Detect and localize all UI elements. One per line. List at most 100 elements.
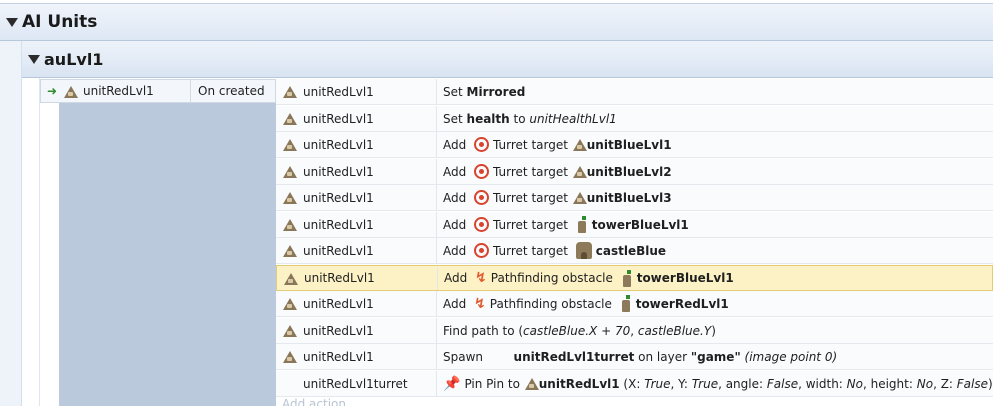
action-text: unitRedLvl1 [538,376,620,391]
action-description[interactable]: Find path to (castleBlue.X + 70, castleB… [437,324,716,338]
action-text: Add [443,243,471,258]
action-row[interactable]: unitRedLvl1 Add ↯ Pathfinding obstacle tow… [276,265,993,291]
condition-object[interactable]: unitRedLvl1 [63,80,191,102]
action-description[interactable]: 📌 Pin Pin to unitRedLvl1 (X: True, Y: Tru… [437,376,993,392]
action-object[interactable]: unitRedLvl1 [276,79,437,104]
unit-icon [283,272,298,285]
action-description[interactable]: Set Mirrored [437,85,525,99]
tower-icon [620,295,632,312]
action-text: Turret target [493,190,572,205]
action-row[interactable]: unitRedLvl1 Spawn unitRedLvl1turret on la… [276,344,993,370]
action-text: castleBlue [595,243,667,258]
unit-icon [572,165,587,178]
action-description[interactable]: Add Turret target castleBlue [437,242,666,259]
turret-icon [474,243,490,258]
action-row[interactable]: unitRedLvl1turret 📌 Pin Pin to unitRedLvl1… [276,371,993,397]
action-text: False [956,376,989,391]
action-text: Spawn [443,349,514,364]
action-text: on layer [634,349,691,364]
action-description[interactable]: Spawn unitRedLvl1turret on layer "game" … [437,350,837,364]
group-header[interactable]: AI Units [0,3,993,41]
action-row[interactable]: unitRedLvl1 Set Mirrored [276,79,993,105]
action-object-name: unitRedLvl1 [303,323,374,338]
action-text: ) [711,323,716,338]
action-text: to [509,111,530,126]
action-row[interactable]: unitRedLvl1 Add Turret target castleBlue [276,238,993,264]
action-text: towerBlueLvl1 [636,271,734,285]
action-object-name: unitRedLvl1 [303,296,374,311]
collapse-triangle-icon[interactable] [28,54,40,64]
action-row[interactable]: unitRedLvl1 Add Turret target unitBlueLvl… [276,132,993,158]
action-text: Add [443,137,471,152]
condition-object-name: unitRedLvl1 [83,84,154,98]
unit-icon [572,191,587,204]
action-description[interactable]: Add ↯ Pathfinding obstacle towerRedLvl1 [437,295,729,312]
action-row[interactable]: unitRedLvl1 Set health to unitHealthLvl1 [276,106,993,132]
add-action-link[interactable]: Add action [276,397,346,406]
action-text: False [766,376,799,391]
action-description[interactable]: Set health to unitHealthLvl1 [437,112,617,126]
action-object[interactable]: unitRedLvl1 [276,185,437,210]
turret-icon [474,190,490,205]
turret-icon [474,137,490,152]
condition-row[interactable]: ➜ unitRedLvl1 On created [40,79,276,103]
subgroup-header[interactable]: auLvl1 [22,41,993,78]
action-text: , Z: [933,376,957,391]
action-text: Pin Pin to [464,376,524,391]
castle-icon [575,242,592,259]
action-text: towerRedLvl1 [635,296,729,311]
event-conditions: ➜ unitRedLvl1 On created [40,79,276,406]
action-text: unitBlueLvl3 [586,190,672,205]
action-object[interactable]: unitRedLvl1 [276,291,437,316]
action-object[interactable]: unitRedLvl1 [276,132,437,157]
action-text: Add [443,296,471,311]
action-text: True [644,376,671,391]
turret-icon [474,217,490,232]
turret-icon [474,164,490,179]
action-description[interactable]: Add ↯ Pathfinding obstacle towerBlueLvl1 [438,269,734,287]
tower-icon [576,216,588,233]
action-text: unitRedLvl1turret [513,349,635,364]
action-object[interactable]: unitRedLvl1 [276,106,437,131]
action-text: Pathfinding obstacle [489,296,616,311]
unit-icon [524,377,539,390]
action-description[interactable]: Add Turret target unitBlueLvl1 [437,137,672,152]
action-object[interactable]: unitRedLvl1turret [276,371,437,396]
unit-icon [282,85,297,98]
action-object-name: unitRedLvl1 [303,164,374,179]
action-text: No [916,376,934,391]
unit-icon [282,165,297,178]
action-text: health [466,111,510,126]
event-group-ai-units: AI Units auLvl1 ➜ unitRedLvl1 On created… [0,0,993,406]
unit-icon [282,138,297,151]
action-object-name: unitRedLvl1 [303,349,374,364]
action-object[interactable]: unitRedLvl1 [276,344,437,369]
unit-icon [282,297,297,310]
condition-trigger[interactable]: On created [191,84,265,98]
action-object[interactable]: unitRedLvl1 [276,318,437,343]
action-row[interactable]: unitRedLvl1 Add Turret target unitBlueLvl… [276,185,993,211]
action-text: Add [443,190,471,205]
action-object[interactable]: unitRedLvl1 [276,238,437,263]
path-icon: ↯ [475,270,487,286]
action-description[interactable]: Add Turret target unitBlueLvl3 [437,190,672,205]
unit-icon [282,350,297,363]
action-text: Turret target [493,137,572,152]
action-row[interactable]: unitRedLvl1 Add ↯ Pathfinding obstacle tow… [276,291,993,317]
action-text: , width: [798,376,847,391]
action-description[interactable]: Add Turret target towerBlueLvl1 [437,216,689,233]
action-row[interactable]: unitRedLvl1 Add Turret target towerBlueLv… [276,212,993,238]
action-object[interactable]: unitRedLvl1 [276,212,437,237]
action-row[interactable]: unitRedLvl1 Add Turret target unitBlueLvl… [276,159,993,185]
action-text: , [630,323,638,338]
action-text: Add [444,271,472,285]
action-description[interactable]: Add Turret target unitBlueLvl2 [437,164,672,179]
action-object[interactable]: unitRedLvl1 [276,159,437,184]
unit-icon [282,218,297,231]
action-text: castleBlue.Y [637,323,712,338]
action-text: , Y: [670,376,692,391]
collapse-triangle-icon[interactable] [6,17,18,27]
action-row[interactable]: unitRedLvl1 Find path to (castleBlue.X + … [276,318,993,344]
action-object[interactable]: unitRedLvl1 [277,266,438,290]
action-text: Set [443,111,467,126]
